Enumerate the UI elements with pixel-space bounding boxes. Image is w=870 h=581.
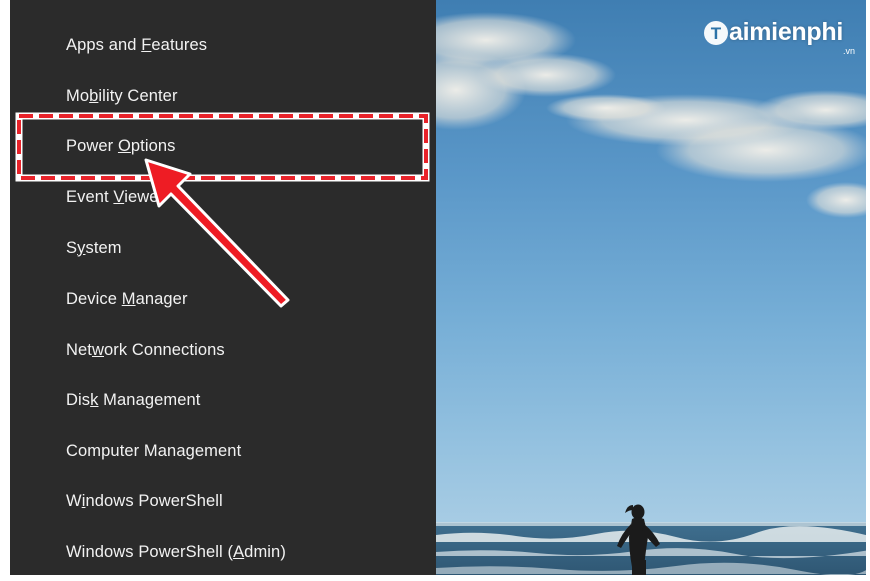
watermark-text: aimienphi xyxy=(729,18,843,46)
highlight-box xyxy=(17,114,428,180)
bottom-white-edge xyxy=(0,575,870,581)
red-pointer-arrow-icon xyxy=(144,158,290,308)
taimienphi-logo-icon: T xyxy=(704,21,728,45)
screenshot-stage: Apps and Features Mobility Center Power … xyxy=(0,0,870,581)
right-white-edge xyxy=(866,0,870,581)
highlight-box-outer xyxy=(15,112,430,182)
watermark-tld: .vn xyxy=(843,46,856,56)
watermark: T aimienphi .vn xyxy=(703,10,870,60)
svg-text:T: T xyxy=(711,24,722,43)
annotation-overlay xyxy=(15,112,430,308)
